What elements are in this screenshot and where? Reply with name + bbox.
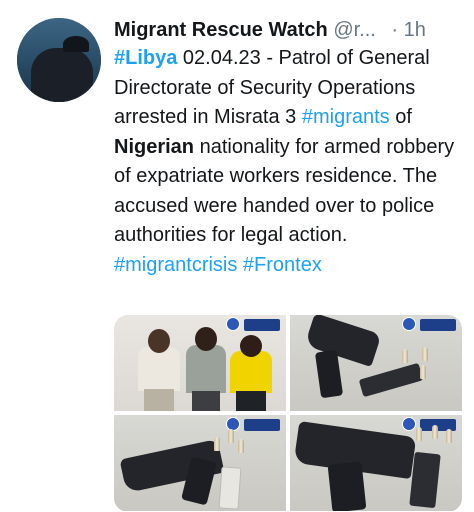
logo-seal-icon: [402, 317, 416, 331]
tweet-time[interactable]: 1h: [404, 19, 426, 41]
round-image: [446, 429, 452, 443]
hashtag-frontex[interactable]: #Frontex: [243, 254, 322, 276]
pistol-grip-image: [327, 461, 367, 511]
hashtag-migrants[interactable]: #migrants: [302, 106, 390, 128]
round-image: [432, 425, 438, 439]
round-image: [416, 427, 422, 441]
time-separator: ·: [391, 19, 399, 41]
author-handle[interactable]: @r...: [333, 19, 376, 41]
suspect-middle-head: [195, 327, 217, 351]
suspect-right-legs: [236, 391, 266, 411]
suspect-right-head: [240, 335, 262, 357]
suspect-right: [230, 351, 272, 393]
logo-badge-icon: [244, 319, 280, 331]
round-image: [422, 347, 428, 361]
hashtag-migrantcrisis[interactable]: #migrantcrisis: [114, 254, 237, 276]
round-image: [420, 365, 426, 379]
photo-pistol-magazine-rounds[interactable]: [290, 315, 462, 411]
tweet-text: #Libya 02.04.23 - Patrol of General Dire…: [114, 44, 466, 280]
round-image: [402, 349, 408, 363]
round-image: [228, 429, 234, 443]
photo-pistol-magazine-closeup[interactable]: [290, 415, 462, 511]
media-grid: [114, 315, 462, 512]
logo-seal-icon: [226, 317, 240, 331]
logo-seal-icon: [402, 417, 416, 431]
suspect-left-legs: [144, 389, 174, 411]
author-name[interactable]: Migrant Rescue Watch: [114, 19, 328, 41]
logo-badge-icon: [244, 419, 280, 431]
avatar-person: [31, 48, 93, 102]
photo-pistol-rounds[interactable]: [114, 415, 286, 511]
suspect-middle: [186, 345, 226, 393]
round-image: [214, 437, 220, 451]
magazine-image: [218, 466, 242, 510]
avatar-cap: [63, 36, 89, 52]
pistol-grip-image: [314, 349, 344, 399]
round-image: [238, 439, 244, 453]
suspect-left-head: [148, 329, 170, 353]
hashtag-libya[interactable]: #Libya: [114, 47, 177, 69]
logo-badge-icon: [420, 319, 456, 331]
magazine-image: [358, 362, 424, 398]
text-segment: of: [389, 106, 412, 128]
suspect-middle-legs: [192, 391, 220, 411]
magazine-image: [409, 451, 441, 509]
bold-nigerian: Nigerian: [114, 135, 195, 158]
suspect-left: [138, 347, 180, 391]
tweet-header: Migrant Rescue Watch @r... · 1h: [114, 16, 466, 44]
author-avatar[interactable]: [17, 18, 101, 102]
photo-suspects[interactable]: [114, 315, 286, 411]
